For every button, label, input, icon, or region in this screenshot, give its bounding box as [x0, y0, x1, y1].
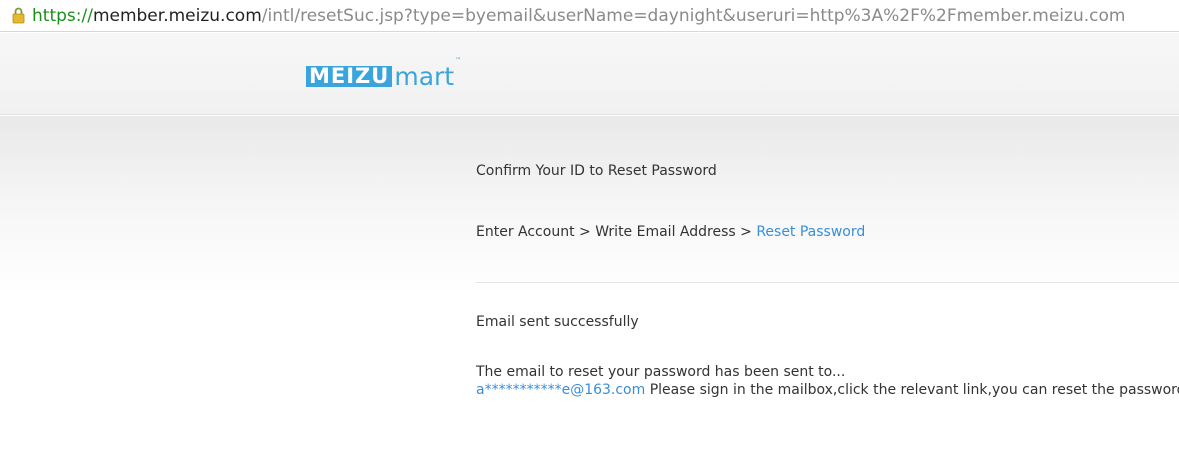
logo-brand: MEIZU	[306, 66, 393, 87]
logo-trademark: ™	[455, 57, 462, 64]
divider	[476, 282, 1179, 283]
step-reset-password: Reset Password	[756, 224, 866, 240]
address-bar[interactable]: https://member.meizu.com/intl/resetSuc.j…	[0, 0, 1179, 32]
progress-steps: Enter Account > Write Email Address > Re…	[476, 224, 865, 240]
site-header: MEIZU mart ™	[0, 33, 1179, 115]
lock-icon	[12, 7, 25, 24]
url-host: member.meizu.com	[92, 5, 262, 26]
step-separator: >	[735, 224, 757, 240]
logo-product: mart	[394, 62, 455, 91]
status-message: Email sent successfully	[476, 314, 639, 330]
page-title: Confirm Your ID to Reset Password	[476, 163, 717, 179]
url-scheme: https://	[32, 5, 93, 26]
email-link[interactable]: a***********e@163.com	[476, 382, 645, 398]
meizu-mart-logo[interactable]: MEIZU mart ™	[306, 57, 461, 91]
message-line-1: The email to reset your password has bee…	[476, 364, 846, 380]
step-separator: >	[574, 224, 596, 240]
message-instructions: Please sign in the mailbox,click the rel…	[645, 382, 1179, 398]
step-write-email: Write Email Address	[595, 224, 736, 240]
url-path: /intl/resetSuc.jsp?type=byemail&userName…	[261, 5, 1126, 26]
step-enter-account: Enter Account	[476, 224, 575, 240]
message-line-2: a***********e@163.com Please sign in the…	[476, 382, 1179, 398]
